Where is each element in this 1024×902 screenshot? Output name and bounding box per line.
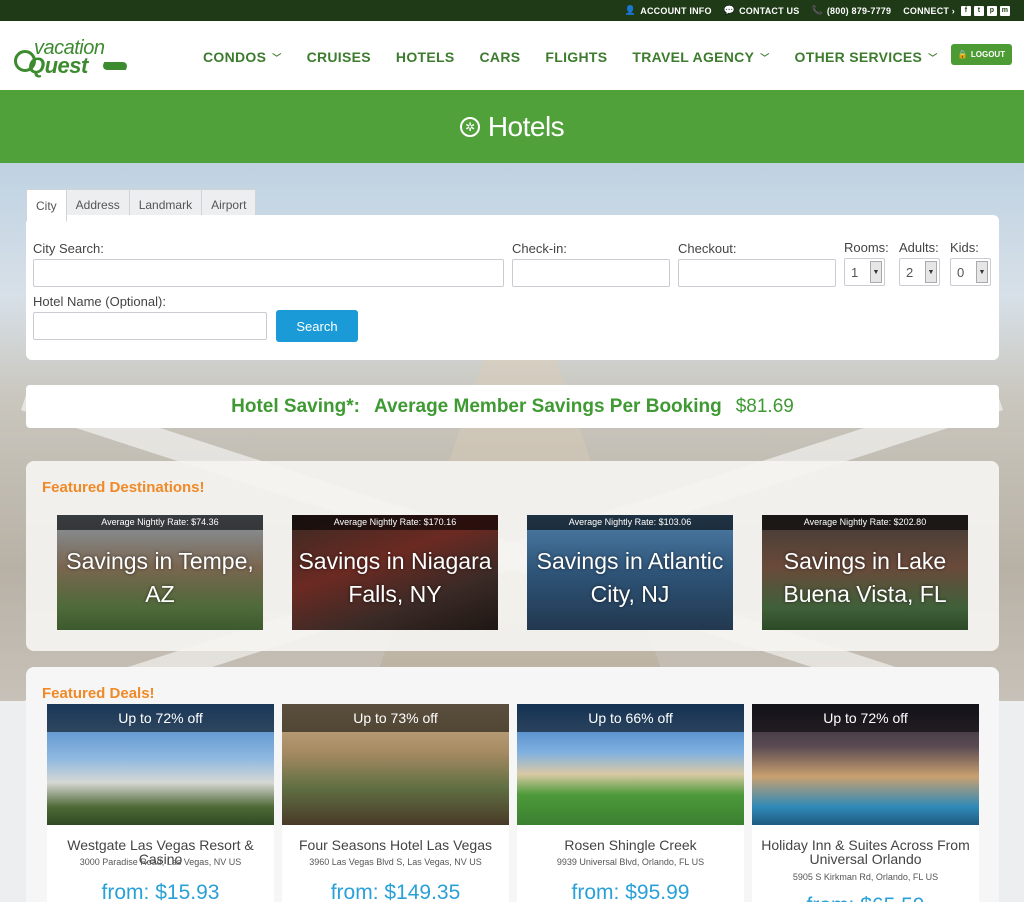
kids-label: Kids: bbox=[950, 240, 979, 255]
nav-cars[interactable]: CARS bbox=[480, 49, 521, 65]
checkout-label: Checkout: bbox=[678, 241, 737, 256]
deal-title: Holiday Inn & Suites Across From Univers… bbox=[761, 837, 970, 867]
compass-icon: ✲ bbox=[459, 116, 480, 137]
nav-other-services[interactable]: OTHER SERVICES ﹀ bbox=[795, 49, 938, 65]
nav-hotels[interactable]: HOTELS bbox=[396, 49, 455, 65]
deal-title: Rosen Shingle Creek bbox=[564, 837, 697, 853]
destination-name: Savings in Atlantic City, NJ bbox=[536, 548, 724, 607]
hotel-name-label: Hotel Name (Optional): bbox=[33, 294, 166, 309]
logout-button[interactable]: 🔒 LOGOUT bbox=[951, 44, 1012, 65]
destination-rate: Average Nightly Rate: $103.06 bbox=[527, 515, 733, 530]
destination-rate: Average Nightly Rate: $170.16 bbox=[292, 515, 498, 530]
deal-address: 9939 Universal Blvd, Orlando, FL US bbox=[556, 857, 705, 867]
deal-price: from: $149.35 bbox=[330, 881, 461, 902]
nav-travel-agency[interactable]: TRAVEL AGENCY ﹀ bbox=[632, 49, 769, 65]
deal-card[interactable]: Up to 66% off Rosen Shingle Creek 9939 U… bbox=[517, 704, 744, 902]
savings-label: Hotel Saving*: bbox=[231, 395, 360, 417]
connect-group: CONNECT › f t p m bbox=[903, 5, 1010, 16]
destination-name: Savings in Niagara Falls, NY bbox=[298, 548, 492, 607]
deal-image: Up to 66% off bbox=[517, 704, 744, 825]
city-search-input[interactable] bbox=[33, 259, 504, 287]
deal-badge: Up to 66% off bbox=[517, 704, 744, 732]
deal-badge: Up to 73% off bbox=[282, 704, 509, 732]
deal-badge: Up to 72% off bbox=[47, 704, 274, 732]
deal-title: Four Seasons Hotel Las Vegas bbox=[298, 837, 492, 853]
savings-bar: Hotel Saving*: Average Member Savings Pe… bbox=[26, 385, 999, 428]
user-icon: 👤 bbox=[624, 5, 637, 15]
destination-name: Savings in Tempe, AZ bbox=[66, 548, 254, 607]
destination-rate: Average Nightly Rate: $202.80 bbox=[762, 515, 968, 530]
destination-rate: Average Nightly Rate: $74.36 bbox=[57, 515, 263, 530]
savings-text: Average Member Savings Per Booking bbox=[373, 395, 722, 417]
deal-price: from: $15.93 bbox=[101, 881, 220, 902]
account-info-link[interactable]: 👤 ACCOUNT INFO bbox=[625, 5, 712, 16]
deal-card[interactable]: Up to 72% off Holiday Inn & Suites Acros… bbox=[752, 704, 979, 902]
tab-city[interactable]: City bbox=[26, 189, 67, 222]
swoosh-logo-icon bbox=[99, 62, 131, 70]
pinterest-icon[interactable]: p bbox=[987, 5, 997, 16]
page-banner: ✲ Hotels bbox=[0, 90, 1024, 171]
deal-badge: Up to 72% off bbox=[752, 704, 979, 732]
destination-card[interactable]: Average Nightly Rate: $202.80 Savings in… bbox=[762, 515, 968, 630]
featured-deals-title: Featured Deals! bbox=[42, 685, 155, 702]
twitter-icon[interactable]: t bbox=[974, 5, 984, 16]
city-search-label: City Search: bbox=[33, 241, 104, 256]
destination-card[interactable]: Average Nightly Rate: $103.06 Savings in… bbox=[527, 515, 733, 630]
deal-image: Up to 72% off bbox=[47, 704, 274, 825]
deal-image: Up to 72% off bbox=[752, 704, 979, 825]
chevron-down-icon: ﹀ bbox=[760, 52, 770, 63]
rooms-select[interactable]: 1 ▼ bbox=[844, 258, 885, 286]
deal-address: 5905 S Kirkman Rd, Orlando, FL US bbox=[792, 872, 939, 882]
search-button[interactable]: Search bbox=[276, 310, 358, 342]
page-title: ✲ Hotels bbox=[459, 111, 565, 143]
chevron-down-icon: ﹀ bbox=[272, 52, 282, 63]
dropdown-arrow-icon: ▼ bbox=[976, 261, 988, 283]
main-nav: CONDOS ﹀ CRUISES HOTELS CARS FLIGHTS TRAV… bbox=[203, 49, 963, 65]
chat-icon: 💬 bbox=[723, 5, 736, 15]
adults-select[interactable]: 2 ▼ bbox=[899, 258, 940, 286]
nav-condos[interactable]: CONDOS ﹀ bbox=[203, 49, 282, 65]
dropdown-arrow-icon: ▼ bbox=[870, 261, 882, 283]
deal-card[interactable]: Up to 72% off Westgate Las Vegas Resort … bbox=[47, 704, 274, 902]
savings-amount: $81.69 bbox=[735, 395, 794, 417]
facebook-icon[interactable]: f bbox=[961, 5, 971, 16]
vacationquest-logo[interactable]: vacation Quest bbox=[14, 37, 131, 78]
checkin-label: Check-in: bbox=[512, 241, 567, 256]
dropdown-arrow-icon: ▼ bbox=[925, 261, 937, 283]
deal-price: from: $95.99 bbox=[571, 881, 690, 902]
deal-address: 3000 Paradise Road, Las Vegas, NV US bbox=[79, 857, 242, 867]
destination-card[interactable]: Average Nightly Rate: $170.16 Savings in… bbox=[292, 515, 498, 630]
hotel-name-input[interactable] bbox=[33, 312, 267, 340]
checkin-input[interactable] bbox=[512, 259, 670, 287]
destination-card[interactable]: Average Nightly Rate: $74.36 Savings in … bbox=[57, 515, 263, 630]
kids-select[interactable]: 0 ▼ bbox=[950, 258, 991, 286]
nav-flights[interactable]: FLIGHTS bbox=[545, 49, 607, 65]
lock-icon: 🔒 bbox=[957, 50, 968, 59]
checkout-input[interactable] bbox=[678, 259, 836, 287]
deal-card[interactable]: Up to 73% off Four Seasons Hotel Las Veg… bbox=[282, 704, 509, 902]
deal-price: from: $65.59 bbox=[752, 894, 979, 902]
deal-image: Up to 73% off bbox=[282, 704, 509, 825]
contact-us-link[interactable]: 💬 CONTACT US bbox=[724, 5, 800, 16]
chevron-down-icon: ﹀ bbox=[928, 52, 938, 63]
main-header: vacation Quest CONDOS ﹀ CRUISES HOTELS CA… bbox=[0, 21, 1024, 90]
phone-link[interactable]: 📞 (800) 879-7779 bbox=[811, 5, 891, 16]
featured-destinations-title: Featured Destinations! bbox=[42, 479, 205, 496]
deal-address: 3960 Las Vegas Blvd S, Las Vegas, NV US bbox=[309, 857, 482, 867]
adults-label: Adults: bbox=[899, 240, 939, 255]
rooms-label: Rooms: bbox=[844, 240, 889, 255]
email-icon[interactable]: m bbox=[1000, 5, 1010, 16]
top-utility-bar: 👤 ACCOUNT INFO 💬 CONTACT US 📞 (800) 879-777… bbox=[0, 0, 1024, 21]
destination-name: Savings in Lake Buena Vista, FL bbox=[783, 548, 947, 607]
phone-icon: 📞 bbox=[811, 5, 823, 15]
nav-cruises[interactable]: CRUISES bbox=[307, 49, 371, 65]
